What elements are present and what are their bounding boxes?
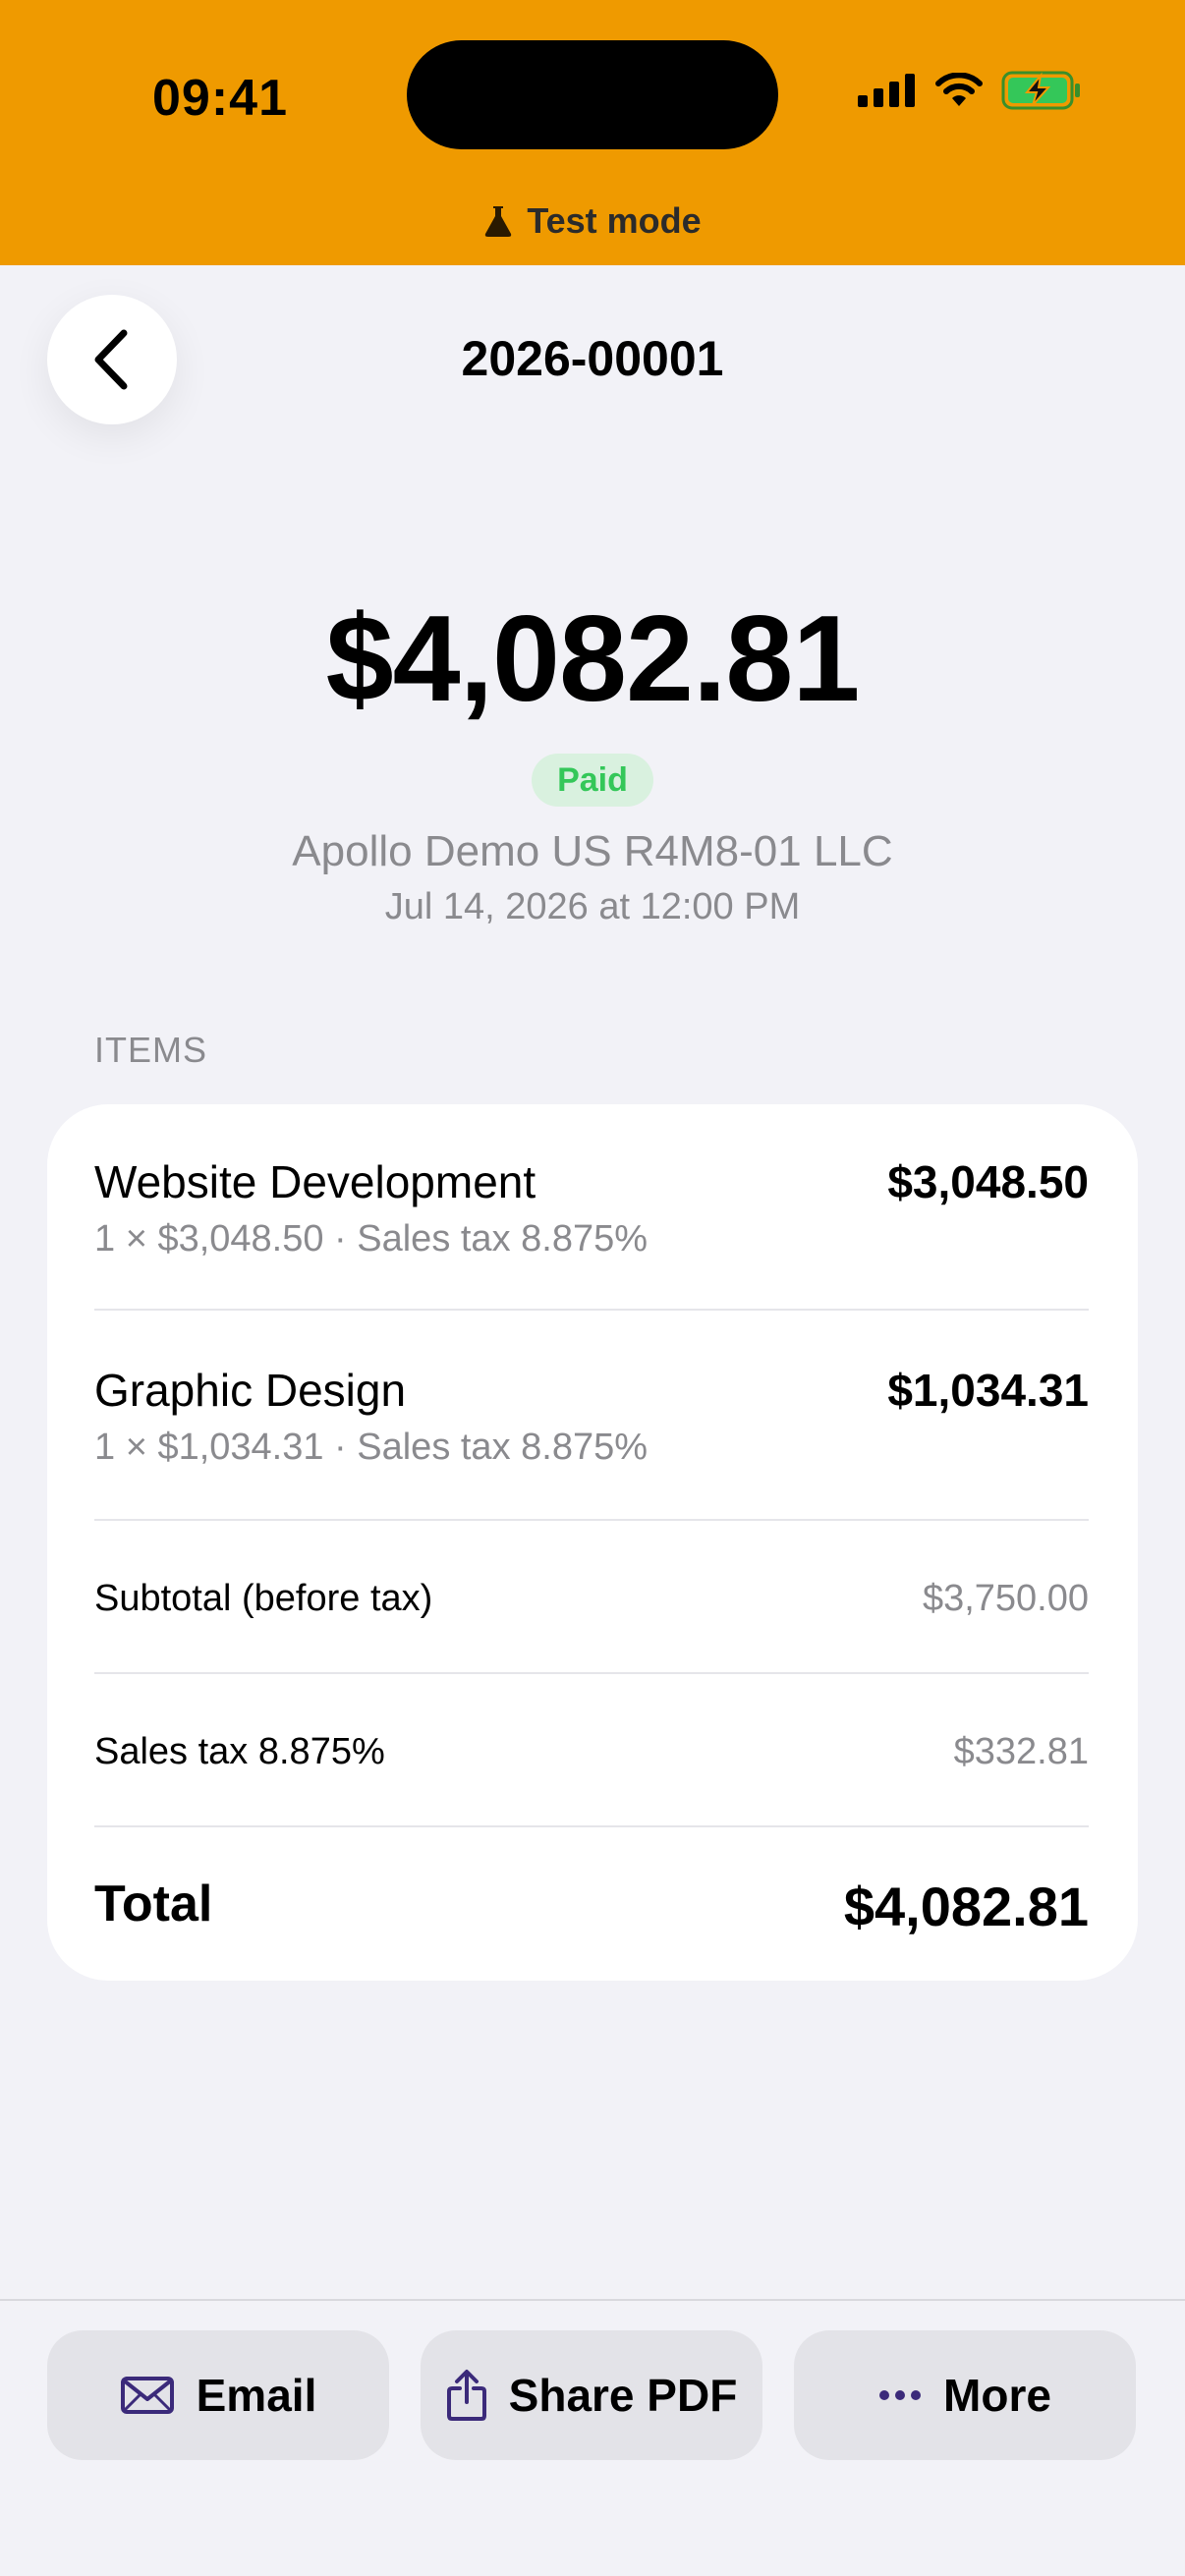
dynamic-island: [407, 40, 778, 149]
line-item-price: $1,034.31: [887, 1365, 1089, 1416]
divider: [94, 1825, 1089, 1827]
ellipsis-icon: [879, 2390, 922, 2400]
divider: [94, 1309, 1089, 1311]
customer-name: Apollo Demo US R4M8-01 LLC: [292, 827, 893, 875]
invoice-detail-screen: 09:41 Test mode 2026-00001 $4,082.81 Pai…: [0, 0, 1185, 2576]
tax-label: Sales tax 8.875%: [94, 1731, 385, 1772]
share-pdf-button-label: Share PDF: [508, 2370, 738, 2421]
items-section-title: ITEMS: [94, 1030, 208, 1070]
more-button-label: More: [943, 2370, 1051, 2421]
invoice-date: Jul 14, 2026 at 12:00 PM: [384, 886, 801, 927]
total-label: Total: [94, 1876, 213, 1932]
wifi-icon: [935, 73, 983, 106]
line-item-name: Graphic Design: [94, 1365, 407, 1416]
items-card: Website Development $3,048.50 1 × $3,048…: [47, 1104, 1138, 1981]
line-item-detail: 1 × $1,034.31 · Sales tax 8.875%: [94, 1427, 649, 1468]
subtotal-label: Subtotal (before tax): [94, 1578, 433, 1619]
status-badge: Paid: [532, 754, 653, 807]
line-item-detail: 1 × $3,048.50 · Sales tax 8.875%: [94, 1218, 649, 1260]
line-item-name: Website Development: [94, 1156, 536, 1207]
test-mode-label: Test mode: [527, 200, 702, 241]
share-icon: [446, 2370, 486, 2421]
invoice-number-title: 2026-00001: [461, 331, 724, 386]
share-pdf-button[interactable]: Share PDF: [421, 2330, 762, 2460]
bottom-action-bar: Email Share PDF More: [0, 2299, 1185, 2576]
more-button[interactable]: More: [794, 2330, 1136, 2460]
invoice-amount: $4,082.81: [325, 591, 861, 727]
status-time: 09:41: [152, 70, 288, 127]
email-button[interactable]: Email: [47, 2330, 389, 2460]
divider: [94, 1672, 1089, 1674]
envelope-icon: [120, 2377, 174, 2414]
battery-charging-icon: [1001, 71, 1080, 110]
email-button-label: Email: [196, 2370, 317, 2421]
test-mode-banner: Test mode: [0, 200, 1185, 242]
status-icons: [858, 71, 1082, 110]
line-item-price: $3,048.50: [887, 1156, 1089, 1207]
tax-value: $332.81: [953, 1731, 1089, 1772]
flask-icon: [485, 206, 512, 237]
divider: [94, 1519, 1089, 1521]
total-value: $4,082.81: [843, 1876, 1089, 1937]
subtotal-value: $3,750.00: [922, 1578, 1089, 1619]
test-mode-header: 09:41 Test mode: [0, 0, 1185, 265]
cellular-signal-icon: [858, 74, 915, 107]
